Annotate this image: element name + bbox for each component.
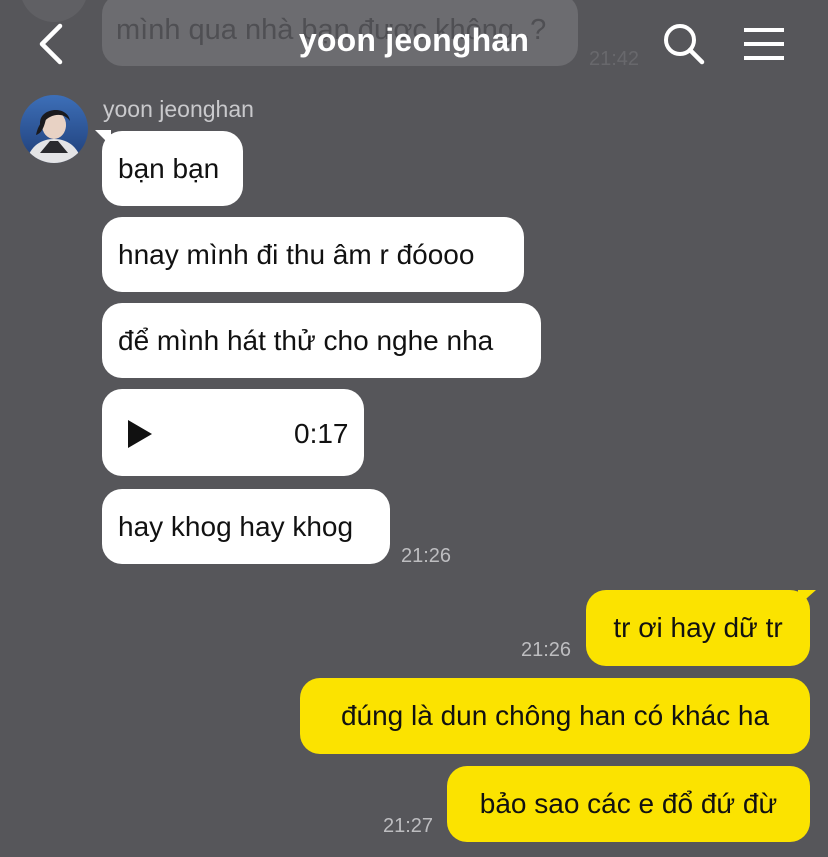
outgoing-message[interactable]: tr ơi hay dữ tr (586, 590, 810, 666)
search-icon (664, 24, 705, 65)
message-text: tr ơi hay dữ tr (613, 612, 783, 643)
message-text: bảo sao các e đổ đứ đừ (479, 788, 778, 819)
play-icon (128, 420, 152, 448)
menu-button[interactable] (740, 22, 788, 66)
message-text: để mình hát thử cho nghe nha (118, 324, 494, 356)
message-time: 21:26 (401, 545, 452, 567)
audio-duration: 0:17 (294, 418, 349, 449)
sender-name: yoon jeonghan (103, 96, 254, 122)
back-button[interactable] (30, 18, 78, 70)
message-time: 21:27 (383, 815, 434, 837)
chevron-left-icon (39, 23, 63, 65)
search-button[interactable] (660, 20, 708, 68)
avatar[interactable] (20, 95, 88, 163)
outgoing-message[interactable]: bảo sao các e đổ đứ đừ (447, 766, 810, 842)
profile-photo (20, 95, 88, 163)
message-text: hay khog hay khog (118, 510, 354, 542)
outgoing-message[interactable]: đúng là dun chông han có khác ha (300, 678, 810, 754)
play-button[interactable] (126, 418, 154, 450)
message-text: đúng là dun chông han có khác ha (340, 700, 770, 731)
message-text: bạn bạn (118, 152, 220, 184)
incoming-message[interactable]: để mình hát thử cho nghe nha (102, 303, 541, 378)
chat-title: yoon jeonghan (298, 22, 530, 58)
message-text: hnay mình đi thu âm r đóooo (118, 238, 475, 270)
incoming-message[interactable]: hnay mình đi thu âm r đóooo (102, 217, 524, 292)
incoming-message[interactable]: bạn bạn (102, 131, 243, 206)
incoming-message[interactable]: hay khog hay khog (102, 489, 390, 564)
hamburger-menu-icon (744, 28, 784, 60)
chat-header: yoon jeonghan (0, 0, 828, 88)
message-time: 21:26 (521, 639, 572, 661)
